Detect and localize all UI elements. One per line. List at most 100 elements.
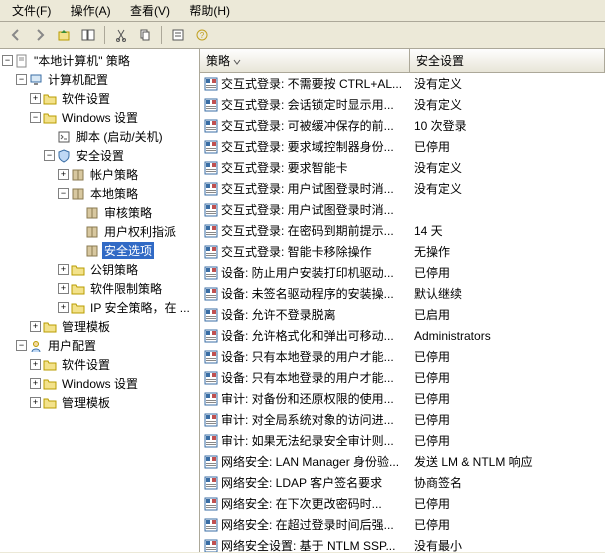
tree-label: Windows 设置: [60, 109, 140, 126]
properties-icon[interactable]: [168, 25, 188, 45]
tree-label: 软件设置: [60, 356, 112, 373]
policy-name-cell: 交互式登录: 不需要按 CTRL+AL...: [200, 74, 410, 93]
expander-icon[interactable]: +: [30, 378, 41, 389]
policy-row[interactable]: 设备: 防止用户安装打印机驱动...已停用: [200, 262, 605, 283]
header-policy[interactable]: 策略: [200, 49, 410, 72]
menu-file[interactable]: 文件(F): [4, 2, 59, 20]
expander-icon[interactable]: +: [58, 264, 69, 275]
policy-row[interactable]: 网络安全: LDAP 客户签名要求协商签名: [200, 472, 605, 493]
tree-node-win1[interactable]: − Windows 设置: [2, 108, 197, 127]
tree-node-account[interactable]: + 帐户策略: [2, 165, 197, 184]
menu-view[interactable]: 查看(V): [122, 2, 178, 20]
expander-icon[interactable]: −: [2, 55, 13, 66]
tree-label: 公钥策略: [88, 261, 140, 278]
policy-row[interactable]: 交互式登录: 用户试图登录时消...没有定义: [200, 178, 605, 199]
policy-row[interactable]: 交互式登录: 不需要按 CTRL+AL...没有定义: [200, 73, 605, 94]
policy-name-cell: 网络安全: LAN Manager 身份验...: [200, 452, 410, 471]
tree-label: 脚本 (启动/关机): [74, 128, 165, 145]
tree-node-computer[interactable]: − 计算机配置: [2, 70, 197, 89]
policy-row[interactable]: 网络安全: 在超过登录时间后强...已停用: [200, 514, 605, 535]
tree-node-audit[interactable]: 审核策略: [2, 203, 197, 222]
tree-node-security[interactable]: −安全设置: [2, 146, 197, 165]
tree-node-rights[interactable]: 用户权利指派: [2, 222, 197, 241]
tree-node-options[interactable]: 安全选项: [2, 241, 197, 260]
tree-node-ipsec[interactable]: + IP 安全策略，在 ...: [2, 298, 197, 317]
tree-pane[interactable]: −"本地计算机" 策略−计算机配置+软件设置−Windows 设置脚本 (启动/…: [0, 49, 200, 552]
tree-node-admin2[interactable]: + 管理模板: [2, 393, 197, 412]
expander-icon[interactable]: −: [44, 150, 55, 161]
tree-label: 帐户策略: [88, 166, 140, 183]
expander-icon[interactable]: −: [58, 188, 69, 199]
policy-name-cell: 交互式登录: 要求智能卡: [200, 158, 410, 177]
expander-icon[interactable]: −: [16, 74, 27, 85]
policy-row[interactable]: 设备: 只有本地登录的用户才能...已停用: [200, 346, 605, 367]
policy-setting-cell: [410, 209, 605, 211]
back-icon[interactable]: [6, 25, 26, 45]
policy-row[interactable]: 交互式登录: 智能卡移除操作无操作: [200, 241, 605, 262]
forward-icon[interactable]: [30, 25, 50, 45]
policy-row[interactable]: 网络安全: LAN Manager 身份验...发送 LM & NTLM 响应: [200, 451, 605, 472]
policy-setting-cell: 没有最小: [410, 536, 605, 552]
tree-label: 管理模板: [60, 318, 112, 335]
expander-icon[interactable]: +: [58, 302, 69, 313]
tree-node-script[interactable]: 脚本 (启动/关机): [2, 127, 197, 146]
tree-label: 管理模板: [60, 394, 112, 411]
tree-label: 计算机配置: [46, 71, 110, 88]
policy-name-cell: 网络安全设置: 基于 NTLM SSP...: [200, 536, 410, 552]
policy-row[interactable]: 设备: 只有本地登录的用户才能...已停用: [200, 367, 605, 388]
expander-icon[interactable]: +: [58, 283, 69, 294]
policy-name-cell: 网络安全: LDAP 客户签名要求: [200, 473, 410, 492]
policy-name-cell: 交互式登录: 要求域控制器身份...: [200, 137, 410, 156]
policy-name-cell: 审计: 如果无法纪录安全审计则...: [200, 431, 410, 450]
policy-row[interactable]: 网络安全设置: 基于 NTLM SSP...没有最小: [200, 535, 605, 552]
expander-icon[interactable]: −: [30, 112, 41, 123]
cut-icon[interactable]: [111, 25, 131, 45]
help-icon[interactable]: ?: [192, 25, 212, 45]
expander-icon[interactable]: +: [58, 169, 69, 180]
up-icon[interactable]: [54, 25, 74, 45]
policy-row[interactable]: 网络安全: 在下次更改密码时...已停用: [200, 493, 605, 514]
menu-action[interactable]: 操作(A): [63, 2, 119, 20]
svg-text:?: ?: [200, 31, 205, 40]
policy-setting-cell: 没有定义: [410, 179, 605, 198]
tree-label: 本地策略: [88, 185, 140, 202]
policy-name-cell: 交互式登录: 在密码到期前提示...: [200, 221, 410, 240]
policy-row[interactable]: 设备: 允许不登录脱离已启用: [200, 304, 605, 325]
list-header: 策略 安全设置: [200, 49, 605, 73]
tree-label: 用户权利指派: [102, 223, 178, 240]
policy-row[interactable]: 审计: 对备份和还原权限的使用...已停用: [200, 388, 605, 409]
policy-row[interactable]: 设备: 允许格式化和弹出可移动...Administrators: [200, 325, 605, 346]
policy-setting-cell: 14 天: [410, 221, 605, 240]
show-hide-icon[interactable]: [78, 25, 98, 45]
menu-help[interactable]: 帮助(H): [181, 2, 238, 20]
policy-row[interactable]: 交互式登录: 要求智能卡没有定义: [200, 157, 605, 178]
tree-node-local[interactable]: − 本地策略: [2, 184, 197, 203]
policy-name-cell: 交互式登录: 会话锁定时显示用...: [200, 95, 410, 114]
header-setting[interactable]: 安全设置: [410, 49, 605, 72]
policy-row[interactable]: 交互式登录: 会话锁定时显示用...没有定义: [200, 94, 605, 115]
expander-icon[interactable]: −: [16, 340, 27, 351]
expander-icon[interactable]: +: [30, 321, 41, 332]
tree-node-user[interactable]: −用户配置: [2, 336, 197, 355]
tree-node-sw1[interactable]: +软件设置: [2, 89, 197, 108]
tree-node-pubkey[interactable]: + 公钥策略: [2, 260, 197, 279]
expander-icon[interactable]: +: [30, 93, 41, 104]
tree-node-sw2[interactable]: + 软件设置: [2, 355, 197, 374]
policy-row[interactable]: 交互式登录: 要求域控制器身份...已停用: [200, 136, 605, 157]
expander-icon[interactable]: +: [30, 397, 41, 408]
expander-icon[interactable]: +: [30, 359, 41, 370]
tree-node-root[interactable]: −"本地计算机" 策略: [2, 51, 197, 70]
policy-row[interactable]: 审计: 对全局系统对象的访问进...已停用: [200, 409, 605, 430]
policy-row[interactable]: 交互式登录: 用户试图登录时消...: [200, 199, 605, 220]
policy-row[interactable]: 交互式登录: 可被缓冲保存的前...10 次登录: [200, 115, 605, 136]
tree-label: 软件限制策略: [88, 280, 164, 297]
tree-label: IP 安全策略，在 ...: [88, 299, 192, 316]
tree-node-swrest[interactable]: + 软件限制策略: [2, 279, 197, 298]
tree-node-admin1[interactable]: + 管理模板: [2, 317, 197, 336]
tree-node-win2[interactable]: +Windows 设置: [2, 374, 197, 393]
policy-row[interactable]: 设备: 未签名驱动程序的安装操...默认继续: [200, 283, 605, 304]
policy-row[interactable]: 交互式登录: 在密码到期前提示...14 天: [200, 220, 605, 241]
policy-row[interactable]: 审计: 如果无法纪录安全审计则...已停用: [200, 430, 605, 451]
policy-setting-cell: 没有定义: [410, 74, 605, 93]
copy-icon[interactable]: [135, 25, 155, 45]
